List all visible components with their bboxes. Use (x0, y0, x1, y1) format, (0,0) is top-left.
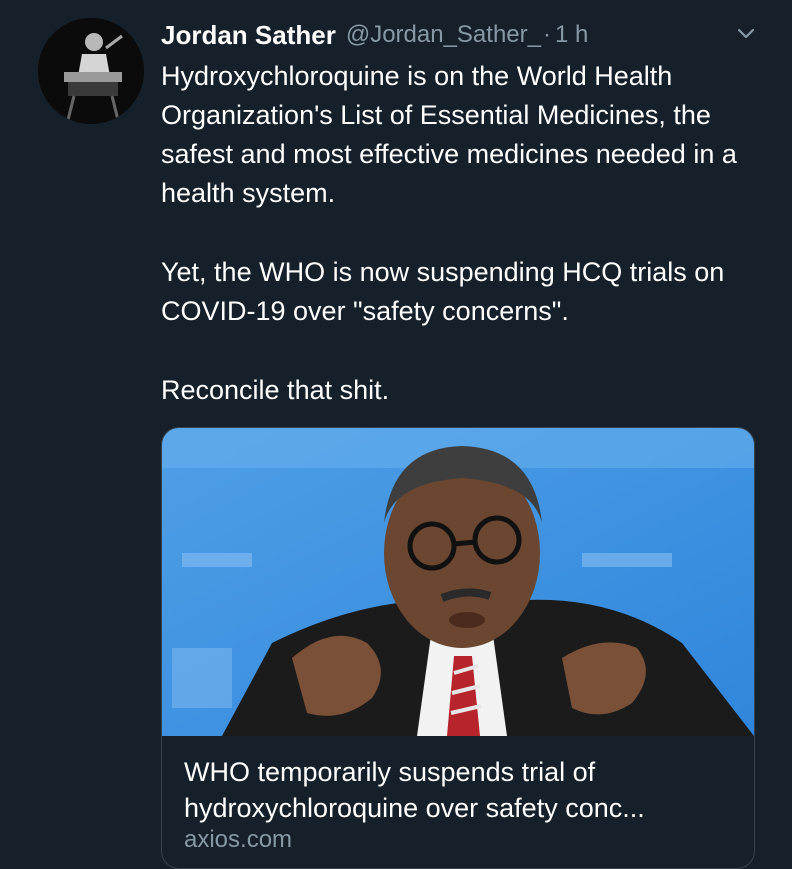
tweet-paragraph: Yet, the WHO is now suspending HCQ trial… (161, 257, 725, 326)
card-domain: axios.com (184, 826, 293, 853)
tweet-paragraph: Hydroxychloroquine is on the World Healt… (161, 61, 737, 208)
avatar[interactable] (38, 18, 144, 124)
separator-dot: · (542, 21, 551, 48)
user-handle[interactable]: @Jordan_Sather_ (346, 21, 541, 49)
chevron-down-icon[interactable] (736, 26, 756, 42)
link-card[interactable]: WHO temporarily suspends trial of hydrox… (161, 427, 755, 869)
tweet-paragraph: Reconcile that shit. (161, 375, 390, 405)
article-photo[interactable] (162, 428, 754, 736)
profile-photo (38, 18, 144, 124)
card-title[interactable]: WHO temporarily suspends trial of hydrox… (184, 754, 744, 826)
timestamp[interactable]: 1 h (555, 21, 588, 49)
tweet-header: Jordan Sather @Jordan_Sather_ · 1 h (161, 15, 761, 55)
tweet-text: Hydroxychloroquine is on the World Healt… (161, 57, 771, 450)
display-name[interactable]: Jordan Sather (161, 20, 336, 51)
